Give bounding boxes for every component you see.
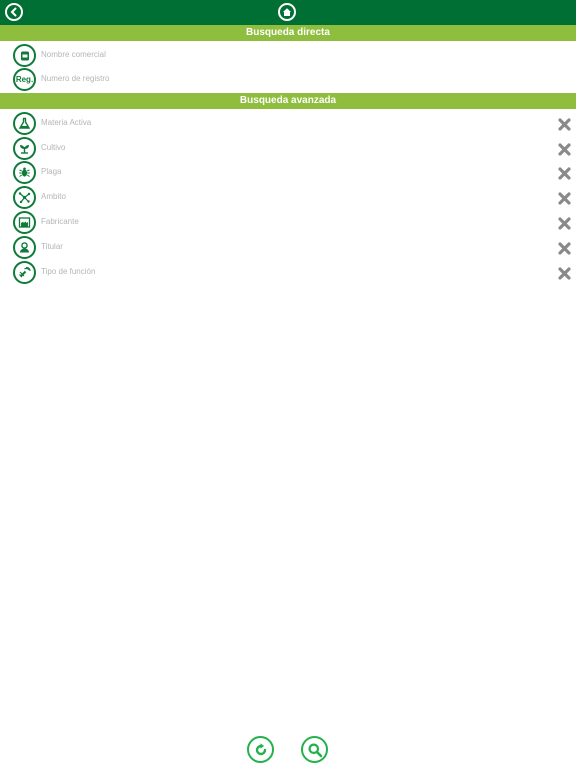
field-label: Materia Activa: [41, 118, 92, 127]
reload-icon: [255, 742, 266, 755]
field-label: Numero de registro: [41, 74, 110, 83]
field-titular[interactable]: Titular: [0, 236, 576, 260]
field-label: Titular: [41, 242, 63, 251]
field-cultivo[interactable]: Cultivo: [0, 137, 576, 161]
reg-icon: Reg.: [13, 68, 36, 91]
field-ambito[interactable]: Ambito: [0, 186, 576, 210]
field-label: Tipo de función: [41, 267, 96, 276]
chevron-left-icon: [10, 7, 17, 17]
product-icon: [13, 44, 36, 67]
field-label: Plaga: [41, 167, 62, 176]
field-tipo-de-funcion[interactable]: Tipo de función: [0, 261, 576, 285]
field-label: Fabricante: [41, 217, 79, 226]
clear-fabricante-button[interactable]: [557, 216, 571, 230]
field-label: Nombre comercial: [41, 50, 106, 59]
clear-ambito-button[interactable]: [557, 191, 571, 205]
clear-plaga-button[interactable]: [557, 166, 571, 180]
clear-cultivo-button[interactable]: [557, 142, 571, 156]
close-icon: [557, 266, 571, 280]
direct-search-header: Busqueda directa: [0, 25, 576, 41]
top-bar: [0, 0, 576, 25]
clear-titular-button[interactable]: [557, 241, 571, 255]
close-icon: [557, 142, 571, 156]
field-fabricante[interactable]: Fabricante: [0, 211, 576, 235]
close-icon: [557, 241, 571, 255]
reg-icon-text: Reg.: [15, 75, 34, 84]
bug-icon: [13, 161, 36, 184]
clear-materia-activa-button[interactable]: [557, 117, 571, 131]
home-icon: [283, 8, 291, 16]
close-icon: [557, 117, 571, 131]
flask-icon: [13, 112, 36, 135]
home-button[interactable]: [278, 3, 296, 21]
factory-icon: [13, 211, 36, 234]
field-materia-activa[interactable]: Materia Activa: [0, 112, 576, 136]
field-numero-registro[interactable]: Reg. Numero de registro: [0, 68, 576, 92]
close-icon: [557, 216, 571, 230]
field-nombre-comercial[interactable]: Nombre comercial: [0, 44, 576, 68]
advanced-search-header: Busqueda avanzada: [0, 93, 576, 109]
search-button[interactable]: [301, 736, 328, 763]
clear-tipo-de-funcion-button[interactable]: [557, 266, 571, 280]
spray-icon: [13, 261, 36, 284]
field-label: Cultivo: [41, 143, 66, 152]
plant-icon: [13, 137, 36, 160]
reload-button[interactable]: [247, 736, 274, 763]
close-icon: [557, 166, 571, 180]
network-icon: [13, 186, 36, 209]
user-icon: [13, 236, 36, 259]
search-icon: [308, 743, 322, 757]
back-button[interactable]: [5, 3, 23, 21]
close-icon: [557, 191, 571, 205]
field-label: Ambito: [41, 192, 66, 201]
field-plaga[interactable]: Plaga: [0, 161, 576, 185]
